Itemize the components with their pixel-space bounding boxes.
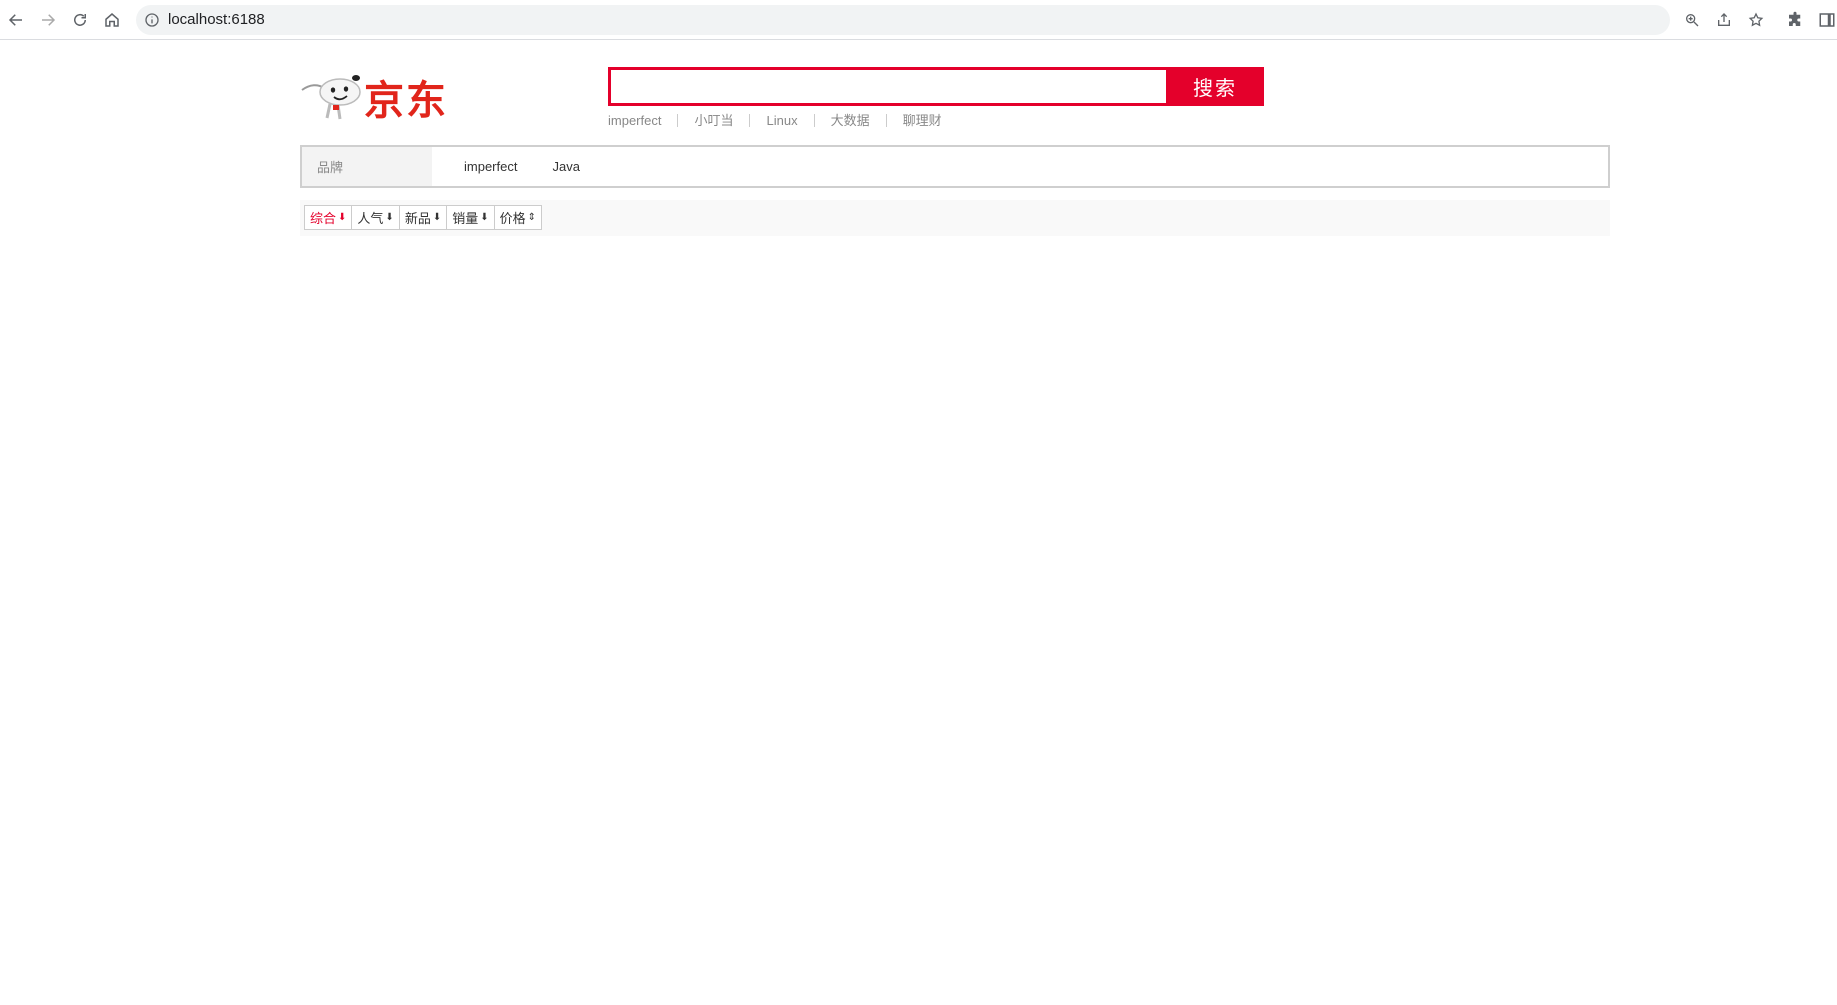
sort-option[interactable]: 综合 ⬇ [304, 205, 353, 230]
brand-filter-items: imperfect Java [432, 159, 615, 174]
brand-filter-item[interactable]: Java [552, 159, 579, 174]
sort-option[interactable]: 价格 ⇕ [493, 205, 543, 230]
address-bar[interactable]: localhost:6188 [136, 5, 1764, 35]
brand-filter-bar: 品牌 imperfect Java [300, 145, 1610, 188]
brand-filter-label: 品牌 [302, 147, 432, 186]
search-button[interactable]: 搜索 [1166, 67, 1264, 106]
sort-option-label: 人气 [357, 211, 384, 226]
sort-option-label: 综合 [310, 211, 337, 226]
side-panel-icon[interactable] [1818, 11, 1836, 29]
info-icon[interactable] [144, 12, 160, 28]
joy-dog-mascot-icon [301, 75, 361, 120]
brand-filter-item[interactable]: imperfect [464, 159, 517, 174]
search-form: 搜索 [608, 67, 1264, 106]
sort-arrow-icon: ⬇ [480, 212, 489, 223]
bookmark-star-icon[interactable] [1748, 12, 1764, 28]
reload-icon[interactable] [68, 8, 92, 32]
hotword-link[interactable]: 聊理财 [885, 113, 958, 127]
forward-arrow-icon[interactable] [36, 8, 60, 32]
sort-arrow-icon: ⇕ [527, 212, 537, 223]
share-icon[interactable] [1716, 12, 1732, 28]
hotword-link[interactable]: 大数据 [813, 113, 886, 127]
hotword-link[interactable]: imperfect [608, 114, 677, 127]
sort-option[interactable]: 新品 ⬇ [398, 205, 448, 230]
sort-arrow-icon: ⬇ [338, 212, 347, 223]
extensions-puzzle-icon[interactable] [1786, 11, 1804, 29]
sort-option[interactable]: 销量 ⬇ [446, 205, 495, 230]
back-arrow-icon[interactable] [4, 8, 28, 32]
hotword-link[interactable]: 小叮当 [677, 113, 749, 127]
home-icon[interactable] [100, 8, 124, 32]
sort-arrow-icon: ⬇ [385, 212, 394, 223]
url-text[interactable]: localhost:6188 [168, 11, 265, 29]
browser-toolbar: localhost:6188 [0, 0, 1837, 40]
sort-arrow-icon: ⬇ [432, 212, 442, 223]
zoom-icon[interactable] [1684, 12, 1700, 28]
sort-option[interactable]: 人气 ⬇ [351, 205, 400, 230]
logo-text[interactable]: 京东 [364, 78, 448, 124]
sort-option-label: 销量 [452, 211, 479, 226]
sort-toolbar: 综合 ⬇ 人气 ⬇ 新品 ⬇ 销量 ⬇ 价格 ⇕ [300, 200, 1610, 236]
search-input[interactable] [611, 70, 1166, 103]
sort-option-label: 新品 [404, 211, 431, 226]
sort-option-label: 价格 [499, 211, 526, 226]
hot-keywords: imperfect 小叮当 Linux 大数据 聊理财 [608, 110, 958, 130]
hotword-link[interactable]: Linux [749, 113, 813, 127]
